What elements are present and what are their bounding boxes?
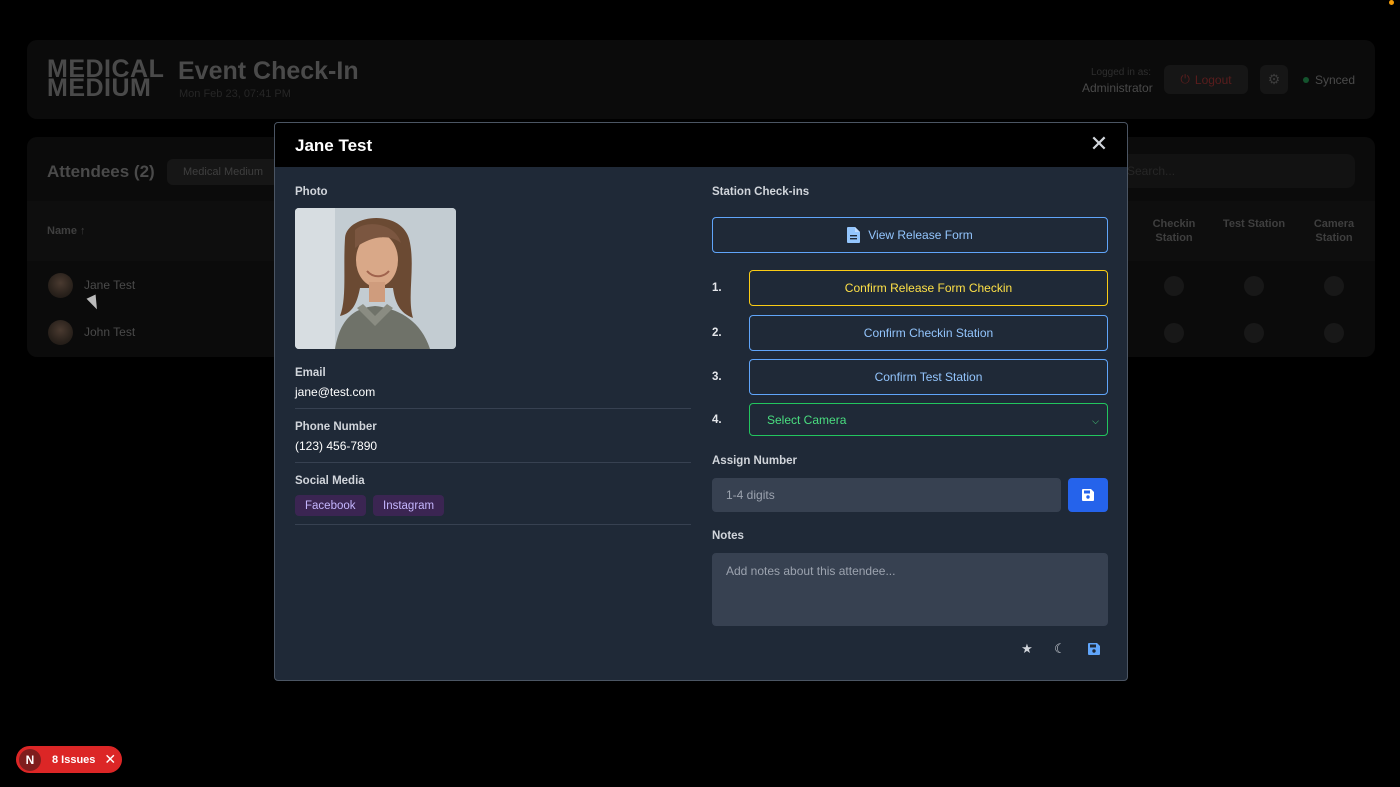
assign-number-label: Assign Number [712,455,797,467]
email-value: jane@test.com [295,385,376,399]
attendee-name: John Test [84,325,136,339]
gear-icon: ⚙ [1267,71,1281,87]
attendees-title: Attendees (2) [47,162,155,181]
issues-badge[interactable]: N 8 Issues ✕ [16,746,122,773]
divider [295,524,691,525]
settings-button[interactable]: ⚙ [1260,65,1288,94]
avatar [48,273,73,298]
column-checkin-station[interactable]: Checkin Station [1139,217,1209,245]
attendee-modal: Jane Test ✕ Photo Email jane@test.com Ph… [274,122,1128,681]
indicator-dot-icon [1389,0,1394,5]
issues-count: 8 Issues [52,753,96,766]
test-status-icon[interactable] [1244,323,1264,343]
photo-label: Photo [295,186,328,198]
step-number: 4. [712,414,722,426]
divider [295,462,691,463]
checkin-status-icon[interactable] [1164,276,1184,296]
phone-value: (123) 456-7890 [295,439,378,453]
moon-icon[interactable]: ☾ [1051,640,1069,658]
step-number: 2. [712,327,722,339]
phone-label: Phone Number [295,421,377,433]
page-datetime: Mon Feb 23, 07:41 PM [179,88,291,100]
logout-icon: ⏻ [1180,72,1190,86]
facebook-link[interactable]: Facebook [295,495,366,516]
close-icon[interactable]: ✕ [104,751,116,768]
view-release-form-button[interactable]: View Release Form [712,217,1108,253]
page-title: Event Check-In [178,57,359,85]
column-name[interactable]: Name ↑ [47,225,86,237]
logged-in-label: Logged in as: [1091,67,1152,78]
notes-label: Notes [712,530,744,542]
sync-status: Synced [1303,73,1355,87]
camera-status-icon[interactable] [1324,323,1344,343]
camera-select-value: Select Camera [767,412,847,427]
sync-dot-icon [1303,77,1309,83]
test-status-icon[interactable] [1244,276,1264,296]
email-label: Email [295,367,326,379]
logout-label: Logout [1194,72,1232,87]
column-test-station[interactable]: Test Station [1219,217,1289,231]
station-checkins-label: Station Check-ins [712,186,810,198]
modal-header: Jane Test ✕ [275,123,1127,167]
view-release-form-label: View Release Form [868,228,973,242]
instagram-link[interactable]: Instagram [373,495,445,516]
chevron-down-icon: ⌵ [1092,416,1099,426]
step-number: 3. [712,371,722,383]
camera-select[interactable]: Select Camera ⌵ [749,403,1108,436]
column-camera-station[interactable]: Camera Station [1299,217,1369,245]
avatar [48,320,73,345]
save-icon [1088,643,1100,655]
document-icon [847,227,861,243]
checkin-status-icon[interactable] [1164,323,1184,343]
app-header: MEDICAL MEDIUM Event Check-In Mon Feb 23… [27,40,1375,119]
next-logo-icon: N [19,748,41,771]
star-icon[interactable]: ★ [1018,640,1036,658]
event-filter-chip[interactable]: Medical Medium [167,159,280,185]
save-notes-icon[interactable] [1085,640,1103,658]
confirm-test-station-button[interactable]: Confirm Test Station [749,359,1108,395]
social-media-label: Social Media [295,475,365,487]
confirm-release-form-button[interactable]: Confirm Release Form Checkin [749,270,1108,306]
assign-number-input[interactable] [712,478,1061,512]
notes-textarea[interactable] [712,553,1108,626]
step-number: 1. [712,282,722,294]
save-icon [1082,489,1094,501]
brand-logo: MEDICAL MEDIUM [47,57,164,102]
portrait-image [295,208,456,349]
logged-in-user: Administrator [1082,81,1153,95]
logo-line-2: MEDIUM [47,74,152,102]
save-number-button[interactable] [1068,478,1108,512]
camera-status-icon[interactable] [1324,276,1344,296]
divider [295,408,691,409]
close-icon[interactable]: ✕ [1089,133,1109,155]
modal-title: Jane Test [295,136,373,155]
search-input[interactable]: Search... [1117,154,1355,188]
attendee-name: Jane Test [84,278,136,292]
sync-status-label: Synced [1315,73,1356,87]
confirm-checkin-station-button[interactable]: Confirm Checkin Station [749,315,1108,351]
logout-button[interactable]: ⏻ Logout [1164,65,1248,94]
attendee-photo [295,208,456,349]
